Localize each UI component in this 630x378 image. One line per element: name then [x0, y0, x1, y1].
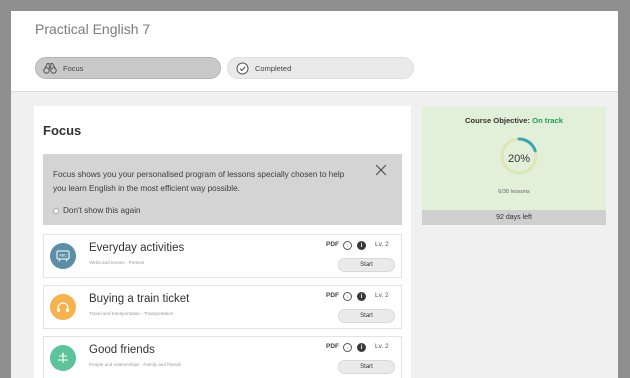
balance-icon: [50, 345, 76, 371]
progress-ring: 20%: [499, 136, 539, 181]
dont-show-label: Don't show this again: [63, 206, 141, 215]
lesson-title[interactable]: Buying a train ticket: [89, 293, 189, 305]
lesson-subtitle: Verbs and tenses - Present: [89, 260, 145, 265]
pdf-label[interactable]: PDF: [326, 241, 339, 248]
progress-percent: 20%: [507, 153, 531, 165]
abc-board-icon: ABC: [50, 243, 76, 269]
tab-completed[interactable]: Completed: [227, 57, 414, 79]
lesson-card: Good friends People and relationships - …: [43, 336, 402, 378]
info-icon[interactable]: i: [357, 241, 366, 250]
info-icon[interactable]: i: [357, 292, 366, 301]
course-objective-card: Course Objective: On track 20% 6/30 less…: [422, 107, 606, 214]
start-button[interactable]: Start: [338, 258, 395, 272]
lesson-card: Buying a train ticket Travel and transpo…: [43, 285, 402, 329]
focus-panel: Focus Focus shows you your personalised …: [34, 106, 411, 378]
check-circle-icon: [234, 60, 250, 76]
start-button[interactable]: Start: [338, 309, 395, 323]
lesson-card: ABC Everyday activities Verbs and tenses…: [43, 234, 402, 278]
focus-info-text: Focus shows you your personalised progra…: [53, 170, 345, 193]
status-badge: On track: [532, 116, 563, 125]
close-icon[interactable]: [374, 163, 388, 177]
tab-focus-label: Focus: [63, 63, 84, 73]
level-badge: Lv. 2: [375, 292, 389, 299]
tab-focus[interactable]: Focus: [35, 57, 221, 79]
focus-info-box: Focus shows you your personalised progra…: [43, 154, 402, 225]
svg-text:ABC: ABC: [59, 254, 67, 258]
binoculars-icon: [42, 60, 58, 76]
download-icon[interactable]: ↓: [343, 343, 352, 352]
lesson-subtitle: Travel and transportation - Transportati…: [89, 311, 174, 316]
pdf-label[interactable]: PDF: [326, 343, 339, 350]
lesson-title[interactable]: Good friends: [89, 344, 155, 356]
start-button[interactable]: Start: [338, 360, 395, 374]
lessons-count: 6/30 lessons: [498, 189, 530, 195]
dont-show-radio[interactable]: [53, 207, 59, 214]
pdf-label[interactable]: PDF: [326, 292, 339, 299]
level-badge: Lv. 2: [375, 241, 389, 248]
download-icon[interactable]: ↓: [343, 241, 352, 250]
course-objective-label: Course Objective:: [465, 116, 531, 125]
info-icon[interactable]: i: [357, 343, 366, 352]
download-icon[interactable]: ↓: [343, 292, 352, 301]
days-left: 92 days left: [422, 210, 606, 225]
course-objective-title: Course Objective: On track: [422, 116, 606, 125]
app-frame: Practical English 7 Focus Completed Focu…: [11, 11, 618, 378]
level-badge: Lv. 2: [375, 343, 389, 350]
lesson-subtitle: People and relationships - Family and fr…: [89, 362, 181, 367]
header: Practical English 7 Focus Completed: [11, 11, 618, 92]
tab-completed-label: Completed: [255, 63, 292, 73]
dont-show-again-option[interactable]: Don't show this again: [53, 206, 141, 215]
lesson-title[interactable]: Everyday activities: [89, 242, 184, 254]
headphones-icon: [50, 294, 76, 320]
focus-heading: Focus: [43, 123, 82, 138]
page-title: Practical English 7: [35, 21, 151, 37]
